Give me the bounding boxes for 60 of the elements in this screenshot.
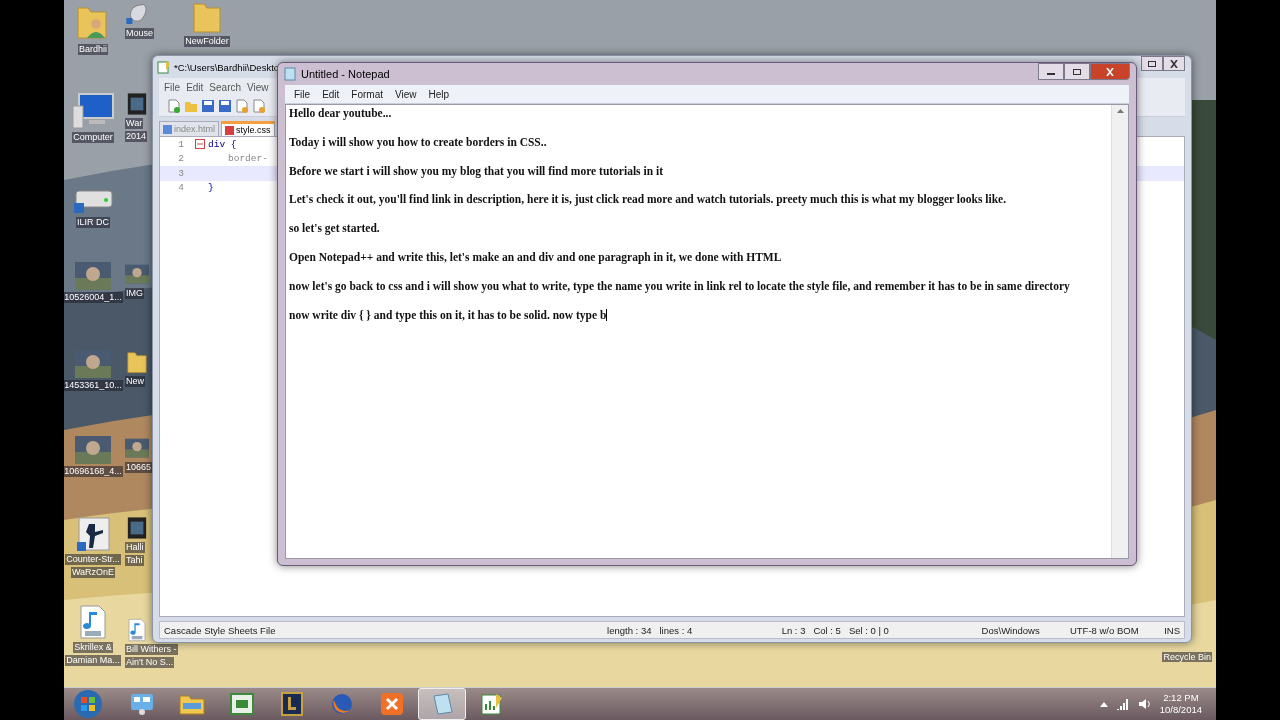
menu-item[interactable]: Format	[346, 87, 389, 101]
text-line: Let's check it out, you'll find link in description, here it is, just click read more and watch tutorials. preety much this is what my blogger looks like.	[289, 193, 1007, 206]
menu-item[interactable]: Edit	[317, 87, 345, 101]
icon-label[interactable]: Bardhii	[78, 44, 108, 55]
text-line: Today i will show you how to create borders in CSS..	[289, 135, 547, 148]
icon-label[interactable]: Computer	[72, 132, 114, 143]
status-text: Cascade Style Sheets File	[163, 624, 277, 636]
icon-label[interactable]: ILIR DC	[76, 217, 110, 228]
menu-item[interactable]: File	[161, 80, 184, 94]
icon-label[interactable]: Halli	[125, 542, 145, 553]
icon-label[interactable]: 1453361_10...	[64, 380, 123, 391]
icon-label[interactable]: New	[125, 376, 145, 387]
text-line: Open Notepad++ and write this, let's make an and div and one paragraph in it, we done with HTML	[289, 251, 782, 263]
window-title: Untitled - Notepad	[301, 68, 390, 80]
icon-label[interactable]: Recycle Bin	[1162, 652, 1212, 662]
text-line: now let's go back to css and i will show you what to write, type the name you write in link rel to locate the style file, and remember it has to be in same directory	[289, 279, 1070, 292]
icon-label[interactable]: IMG	[125, 288, 144, 299]
clock-date[interactable]: 10/8/2014	[1159, 704, 1202, 716]
menu-item[interactable]: View	[244, 80, 272, 94]
menu-item[interactable]: Edit	[183, 80, 207, 94]
icon-label[interactable]: Ain't No S...	[125, 657, 175, 668]
icon-label[interactable]: 10696168_4...	[64, 466, 123, 477]
status-text: lines : 4	[658, 624, 694, 636]
code-line: }	[207, 182, 214, 194]
icon-label[interactable]: 10665	[125, 462, 153, 473]
text-line: so let's get started.	[289, 222, 380, 235]
clock-time[interactable]: 2:12 PM	[1163, 692, 1199, 704]
status-text: Col : 5	[812, 624, 842, 636]
text-line: now write div { } and type this on it, it has to be solid. now type b	[289, 308, 607, 321]
line-number: 1	[177, 138, 184, 150]
icon-label[interactable]: Skrillex &	[73, 642, 113, 653]
icon-label[interactable]: WaRzOnE	[70, 567, 116, 578]
icon-label[interactable]: Tahi	[125, 555, 144, 566]
icon-label[interactable]: NewFolder	[184, 36, 230, 47]
text-line: Hello dear youtube...	[289, 107, 392, 119]
icon-label[interactable]: Counter-Str...	[65, 554, 121, 565]
code-line: div {	[207, 138, 237, 150]
status-text: UTF-8 w/o BOM	[1068, 624, 1140, 636]
menu-item[interactable]: View	[390, 87, 422, 101]
menu-item[interactable]: Help	[423, 87, 455, 101]
status-text: INS	[1163, 624, 1181, 636]
menu-item[interactable]: Search	[206, 80, 245, 94]
status-text: Ln : 3	[780, 624, 807, 636]
icon-label[interactable]: Mouse	[125, 28, 154, 39]
status-text: length : 34	[606, 624, 653, 636]
text-line: Before we start i will show you my blog that you will find more tutorials in it	[289, 164, 663, 177]
file-tab[interactable]: style.css	[221, 121, 275, 136]
window-title: *C:\Users\Bardhii\Deskto	[174, 61, 280, 73]
icon-label[interactable]: 10526004_1...	[64, 292, 123, 303]
icon-label[interactable]: Bill Withers -	[125, 644, 178, 655]
line-number: 4	[177, 182, 184, 194]
code-line: border-	[227, 153, 268, 165]
icon-label[interactable]: War	[125, 118, 144, 129]
line-number: 2	[177, 153, 184, 165]
status-text: Dos\Windows	[980, 624, 1041, 636]
line-number: 3	[177, 167, 184, 179]
icon-label[interactable]: Damian Ma...	[65, 655, 121, 666]
status-text: Sel : 0 | 0	[847, 624, 890, 636]
icon-label[interactable]: 2014	[125, 131, 148, 142]
menu-item[interactable]: File	[289, 87, 316, 101]
